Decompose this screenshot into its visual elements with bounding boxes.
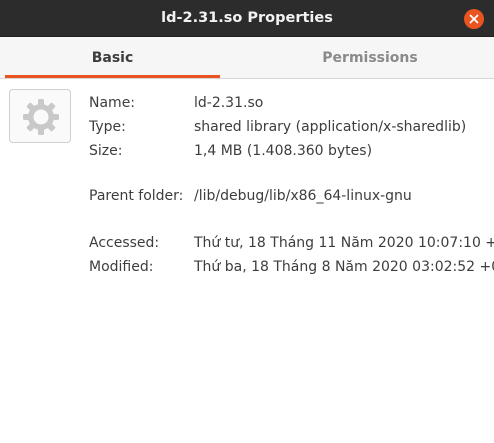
modified-value[interactable]: Thứ ba, 18 Tháng 8 Năm 2020 03:02:52 +07 <box>194 258 494 276</box>
accessed-value[interactable]: Thứ tư, 18 Tháng 11 Năm 2020 10:07:10 +0… <box>194 234 494 252</box>
file-type-icon <box>9 89 71 143</box>
gear-icon <box>23 99 59 135</box>
parent-folder-value[interactable]: /lib/debug/lib/x86_64-linux-gnu <box>194 187 412 205</box>
tab-bar: Basic Permissions <box>0 37 494 79</box>
active-tab-indicator <box>5 75 220 78</box>
size-value[interactable]: 1,4 MB (1.408.360 bytes) <box>194 142 372 160</box>
close-button[interactable] <box>464 9 484 29</box>
size-label: Size: <box>89 143 123 159</box>
properties-dialog: ld-2.31.so Properties Basic Permissions <box>0 0 494 443</box>
tab-basic-label: Basic <box>91 50 134 66</box>
window-title: ld-2.31.so Properties <box>161 10 333 26</box>
type-value[interactable]: shared library (application/x-sharedlib) <box>194 118 466 136</box>
close-icon <box>469 14 479 24</box>
name-value[interactable]: ld-2.31.so <box>194 94 263 112</box>
titlebar[interactable]: ld-2.31.so Properties <box>0 0 494 37</box>
accessed-label: Accessed: <box>89 235 160 251</box>
name-label: Name: <box>89 95 136 111</box>
type-label: Type: <box>89 119 126 135</box>
tab-permissions[interactable]: Permissions <box>250 37 490 79</box>
parent-folder-label: Parent folder: <box>89 188 184 204</box>
tab-permissions-label: Permissions <box>322 50 418 66</box>
tab-basic[interactable]: Basic <box>5 37 220 79</box>
modified-label: Modified: <box>89 259 154 275</box>
